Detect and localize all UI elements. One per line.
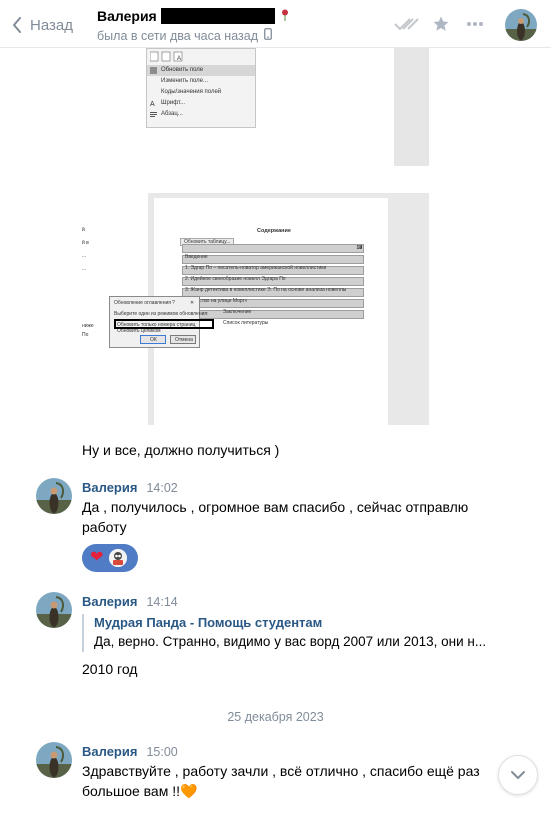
svg-text:A: A <box>150 101 155 107</box>
screenshot-image-toc-dialog[interactable]: й й в ... ... ниже По Содержание Обновит… <box>82 193 429 425</box>
message-line: работу <box>82 519 127 535</box>
toc-block: Введение 3 1. Эдгар По – писатель-новатор… <box>182 244 364 326</box>
reactor-avatar <box>109 549 128 567</box>
refresh-icon <box>150 67 157 74</box>
contact-name-row[interactable]: Валерия <box>97 8 289 24</box>
dialog-ok-button: ОК <box>140 335 166 344</box>
sender-name[interactable]: Валерия <box>82 480 137 495</box>
rose-emoji-icon <box>281 9 289 24</box>
toc-line-text: Заключение <box>223 309 252 315</box>
font-icon: A <box>150 100 157 108</box>
scroll-down-button[interactable] <box>498 755 538 795</box>
quote-author: Мудрая Панда - Помощь студентам <box>94 615 323 630</box>
message-line: Здравствуйте , работу зачли , всё отличн… <box>82 763 480 779</box>
message-header: Валерия 14:14 <box>82 594 178 609</box>
toc-line: Список литературы 18 <box>182 245 364 326</box>
more-icon[interactable] <box>459 12 491 36</box>
update-toc-dialog: Обновление оглавления ? ✕ Выберите один … <box>109 296 214 348</box>
context-menu: A Обновить поле Изменить поле... Коды/зн… <box>146 48 256 128</box>
quote-text: Да, верно. Странно, видимо у вас ворд 20… <box>94 634 487 649</box>
reply-quote[interactable]: Мудрая Панда - Помощь студентам Да, верн… <box>82 614 486 652</box>
toc-line-text: 2. Идейное своеобразие новелл Эдгара По <box>185 276 286 282</box>
contact-status: была в сети два часа назад <box>97 28 258 43</box>
chevron-down-icon <box>511 771 525 779</box>
paragraph-icon <box>150 111 157 118</box>
message-text: Здравствуйте , работу зачли , всё отличн… <box>82 761 480 801</box>
highlight-box <box>114 319 214 329</box>
chat-header: Назад Валерия была в сети два часа назад <box>0 0 551 48</box>
toc-line-text: 3. Жанр детектива в новеллистике Э. По н… <box>185 287 347 293</box>
message-time[interactable]: 15:00 <box>146 745 177 759</box>
star-icon[interactable] <box>425 12 457 36</box>
menu-item-label: Обновить поле <box>161 67 204 73</box>
message-header: Валерия 14:02 <box>82 480 178 495</box>
svg-text:A: A <box>177 56 181 62</box>
message-time[interactable]: 14:02 <box>146 481 177 495</box>
sender-avatar[interactable] <box>36 592 72 628</box>
doc-text: ниже <box>82 323 94 329</box>
back-button[interactable]: Назад <box>12 14 73 36</box>
screenshot-image-context-menu[interactable]: A Обновить поле Изменить поле... Коды/зн… <box>82 30 429 166</box>
back-label: Назад <box>30 16 73 34</box>
message-text: Ну и все, должно получиться ) <box>82 442 280 458</box>
menu-item-label: Изменить поле... <box>161 78 209 84</box>
dialog-cancel-label: Отмена <box>175 337 193 343</box>
mobile-phone-icon <box>264 28 272 43</box>
menu-item: Коды/значения полей <box>147 87 255 98</box>
menu-item: A Шрифт... <box>147 98 255 109</box>
toc-page: 18 <box>356 245 362 251</box>
redacted-surname <box>160 8 275 24</box>
message-header: Валерия 15:00 <box>82 744 178 759</box>
contact-status-row: была в сети два часа назад <box>97 28 272 43</box>
dialog-ok-label: ОК <box>150 337 157 343</box>
double-check-icon[interactable] <box>391 12 423 36</box>
doc-text: й в <box>82 240 89 246</box>
toc-line-text: Список литературы <box>223 320 269 326</box>
date-separator: 25 декабря 2023 <box>227 710 324 724</box>
toc-line: 1. Эдгар По – писатель-новатор американс… <box>182 245 364 271</box>
contact-name[interactable]: Валерия <box>97 8 157 24</box>
header-actions <box>389 12 491 36</box>
dialog-prompt: Выберите один из режимов обновления: <box>114 311 209 317</box>
menu-item: Обновить поле <box>147 65 255 76</box>
menu-item: Изменить поле... <box>147 76 255 87</box>
message-line: большое вам !!🧡 <box>82 783 198 799</box>
reactions-pill[interactable]: ❤ <box>82 544 138 572</box>
menu-item-label: Коды/значения полей <box>161 89 222 95</box>
sender-name[interactable]: Валерия <box>82 744 137 759</box>
sender-avatar[interactable] <box>36 478 72 514</box>
chevron-left-icon <box>13 17 21 33</box>
dialog-cancel-button: Отмена <box>170 335 196 344</box>
doc-text: ... <box>82 266 87 272</box>
message-time[interactable]: 14:14 <box>146 595 177 609</box>
dialog-help-icon: ? <box>172 300 175 306</box>
heart-reaction-icon: ❤ <box>90 549 104 566</box>
menu-item-label: Шрифт... <box>161 100 186 106</box>
message-line: Да , получилось , огромное вам спасибо ,… <box>82 499 469 515</box>
toc-line-text: Введение <box>185 254 208 260</box>
toc-line-text: 1. Эдгар По – писатель-новатор американс… <box>185 265 327 271</box>
doc-heading: Содержание <box>257 228 291 234</box>
message-text: Да , получилось , огромное вам спасибо ,… <box>82 497 468 537</box>
dialog-close-icon: ✕ <box>190 300 195 306</box>
message-text: 2010 год <box>82 661 138 677</box>
menu-item: Абзац... <box>147 109 255 120</box>
doc-text: й <box>82 227 85 233</box>
dialog-title: Обновление оглавления <box>114 300 171 306</box>
doc-text: По <box>82 332 89 338</box>
sender-name[interactable]: Валерия <box>82 594 137 609</box>
doc-text: ... <box>82 253 87 259</box>
contact-avatar[interactable] <box>505 9 537 41</box>
toc-line: Введение 3 <box>182 244 364 260</box>
menu-item-label: Абзац... <box>161 111 183 117</box>
sender-avatar[interactable] <box>36 742 72 778</box>
menu-toolbar: A <box>147 49 255 65</box>
